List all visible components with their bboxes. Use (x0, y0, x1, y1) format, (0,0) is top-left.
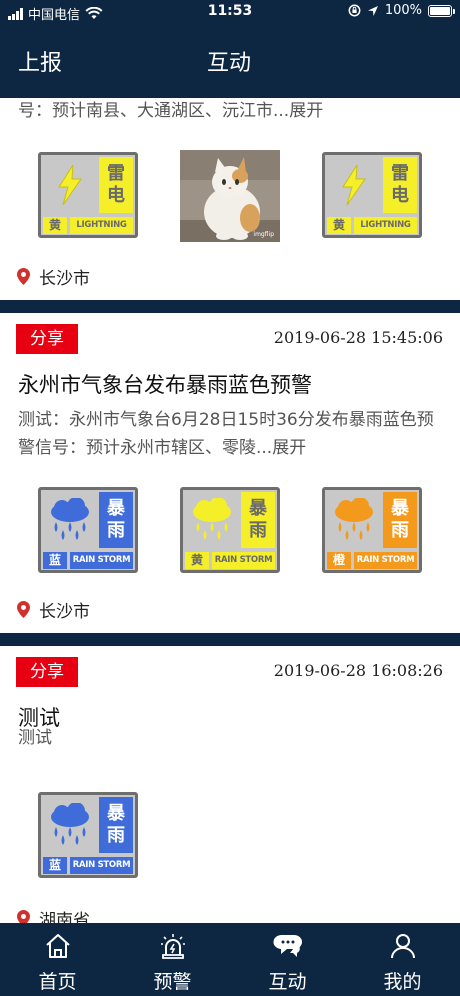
battery-icon (428, 4, 455, 17)
post-card[interactable]: 分享 2019-06-28 16:08:26 测试 测试 暴雨 蓝 RAIN S… (0, 646, 460, 923)
tab-label: 首页 (38, 971, 77, 993)
post-description[interactable]: 测试 (0, 724, 70, 752)
signal-level: 橙 (327, 552, 351, 569)
rainstorm-icon (185, 492, 238, 548)
lightning-icon (327, 157, 380, 213)
status-right: 100% (348, 3, 455, 18)
photo-thumbnail[interactable]: imgflip (180, 150, 280, 242)
signal-english: RAIN STORM (70, 857, 133, 874)
location-pin-icon (17, 600, 30, 618)
page-title: 互动 (207, 51, 252, 76)
warning-signal-image[interactable]: 暴雨 黄 RAIN STORM (180, 487, 280, 573)
battery-percent: 100% (384, 3, 422, 18)
alarm-icon (160, 934, 185, 959)
cat-photo (180, 150, 280, 242)
tab-label: 预警 (153, 971, 192, 993)
location-label: 湖南省 (39, 910, 90, 924)
feed-list[interactable]: 号：预计南县、大通湖区、沅江市...展开 雷电 黄 LIGHTNING imgf… (0, 98, 460, 923)
rainstorm-icon (43, 492, 96, 548)
signal-level: 蓝 (43, 552, 67, 569)
signal-chars: 暴雨 (99, 797, 133, 853)
post-title[interactable]: 永州市气象台发布暴雨蓝色预警 (0, 370, 330, 400)
signal-level: 蓝 (43, 857, 67, 874)
chat-bubbles-icon (272, 934, 302, 957)
post-location: 长沙市 (0, 261, 90, 291)
post-card[interactable]: 分享 2019-06-28 15:45:06 永州市气象台发布暴雨蓝色预警 测试… (0, 313, 460, 633)
tab-label: 我的 (383, 971, 422, 993)
tab-interact[interactable]: 互动 (230, 923, 345, 996)
warning-signal-image[interactable]: 雷电 黄 LIGHTNING (322, 152, 422, 238)
location-pin-icon (17, 909, 30, 923)
signal-chars: 雷电 (99, 157, 133, 213)
location-label: 长沙市 (39, 601, 90, 622)
report-button[interactable]: 上报 (18, 45, 62, 77)
post-time: 2019-06-28 15:45:06 (273, 328, 443, 347)
warning-signal-image[interactable]: 暴雨 蓝 RAIN STORM (38, 792, 138, 878)
rotation-lock-icon (348, 4, 361, 17)
tab-label: 互动 (268, 971, 307, 993)
post-card[interactable]: 号：预计南县、大通湖区、沅江市...展开 雷电 黄 LIGHTNING imgf… (0, 98, 460, 300)
signal-english: RAIN STORM (70, 552, 133, 569)
share-button[interactable]: 分享 (16, 657, 78, 687)
rainstorm-icon (43, 797, 96, 853)
nav-bar: 上报 互动 (0, 24, 460, 98)
location-arrow-icon (367, 5, 378, 16)
signal-level: 黄 (185, 552, 209, 569)
warning-signal-image[interactable]: 雷电 黄 LIGHTNING (38, 152, 138, 238)
card-separator (0, 300, 460, 313)
tab-home[interactable]: 首页 (0, 923, 115, 996)
post-location: 湖南省 (0, 903, 90, 923)
warning-signal-image[interactable]: 暴雨 橙 RAIN STORM (322, 487, 422, 573)
post-description[interactable]: 测试：永州市气象台6月28日15时36分发布暴雨蓝色预警信号：预计永州市辖区、零… (0, 406, 460, 462)
signal-chars: 雷电 (383, 157, 417, 213)
warning-signal-image[interactable]: 暴雨 蓝 RAIN STORM (38, 487, 138, 573)
home-icon (45, 934, 70, 958)
signal-level: 黄 (327, 217, 351, 234)
tab-bar: 首页 预警 互动 我的 (0, 923, 460, 996)
card-separator (0, 633, 460, 646)
signal-chars: 暴雨 (383, 492, 417, 548)
share-button[interactable]: 分享 (16, 324, 78, 354)
post-location: 长沙市 (0, 594, 90, 624)
signal-chars: 暴雨 (241, 492, 275, 548)
tab-warning[interactable]: 预警 (115, 923, 230, 996)
location-label: 长沙市 (39, 268, 90, 289)
photo-watermark: imgflip (253, 231, 274, 238)
user-icon (390, 934, 415, 959)
status-bar: 中国电信 11:53 100% (0, 0, 460, 24)
signal-english: LIGHTNING (354, 217, 417, 234)
rainstorm-icon (327, 492, 380, 548)
post-time: 2019-06-28 16:08:26 (273, 661, 443, 680)
tab-mine[interactable]: 我的 (345, 923, 460, 996)
location-pin-icon (17, 267, 30, 285)
signal-level: 黄 (43, 217, 67, 234)
lightning-icon (43, 157, 96, 213)
post-description[interactable]: 号：预计南县、大通湖区、沅江市...展开 (0, 98, 341, 125)
signal-english: RAIN STORM (354, 552, 417, 569)
signal-english: RAIN STORM (212, 552, 275, 569)
signal-chars: 暴雨 (99, 492, 133, 548)
signal-english: LIGHTNING (70, 217, 133, 234)
